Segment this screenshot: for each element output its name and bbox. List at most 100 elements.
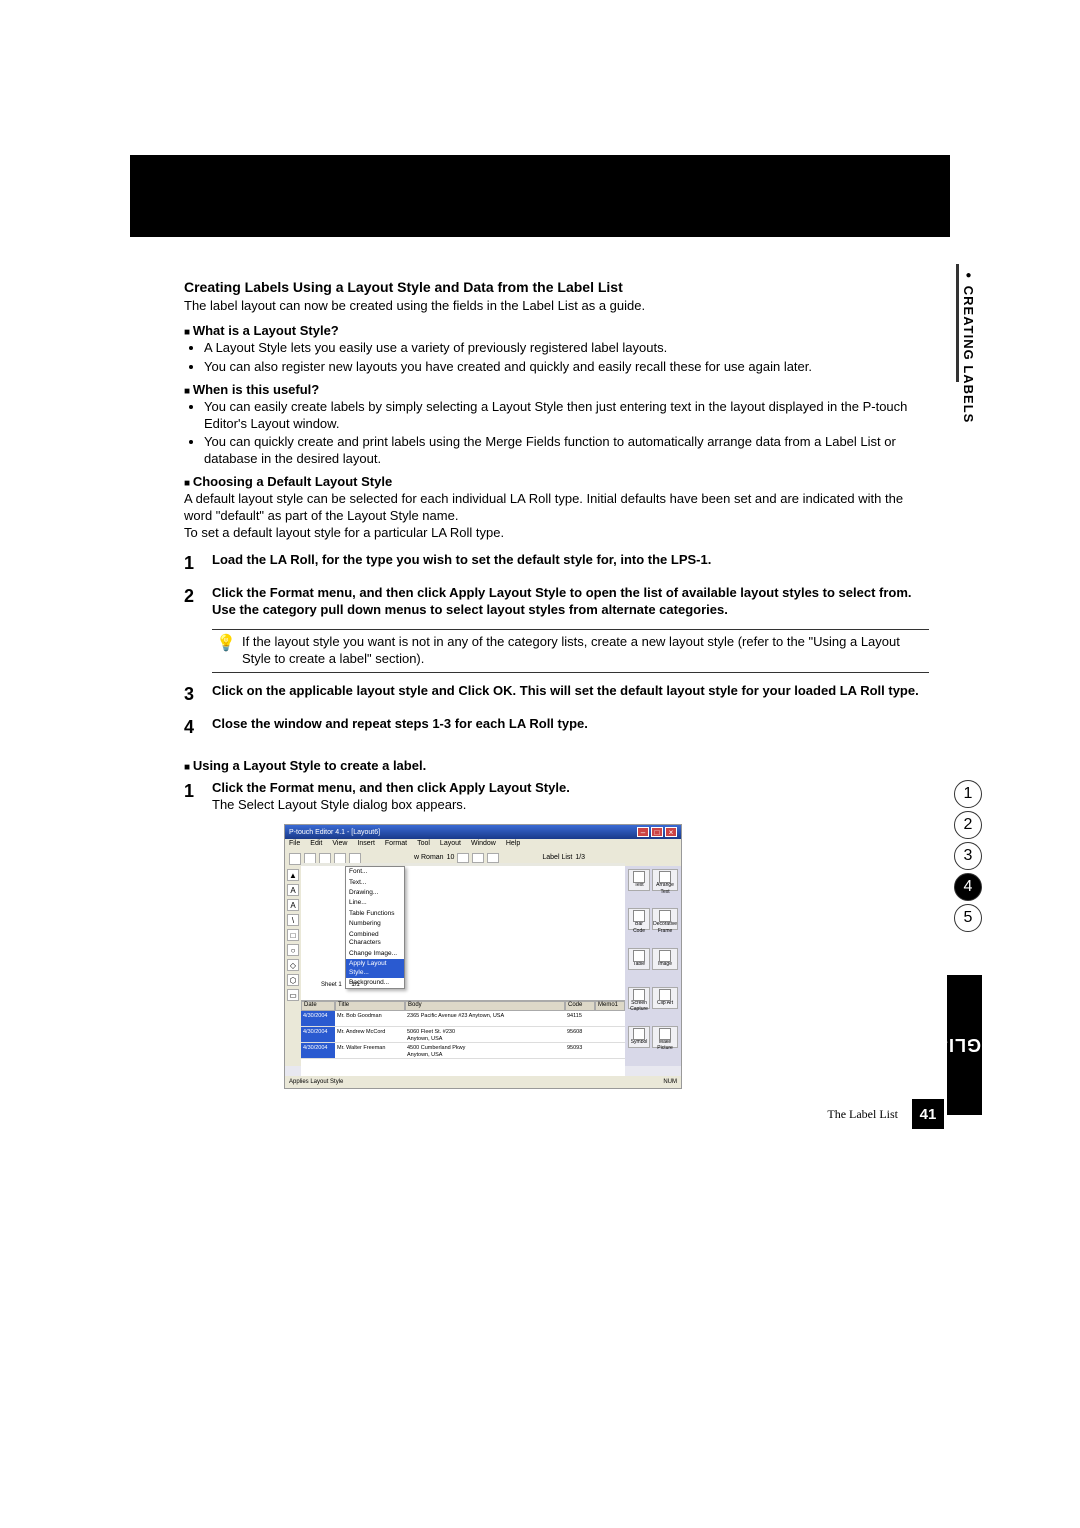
font-size: 10: [447, 853, 455, 862]
dropdown-item: Font...: [346, 867, 404, 877]
menu-item: Format: [385, 839, 407, 851]
sheet-pos: 1/1: [351, 982, 359, 988]
dropdown-item: Table Functions: [346, 909, 404, 919]
step-text: Close the window and repeat steps 1-3 fo…: [212, 716, 929, 739]
steps-list-a: 1Load the LA Roll, for the type you wish…: [184, 552, 929, 740]
td-date: 4/30/2004: [301, 1011, 335, 1026]
sheet-tabs: Sheet 1 1/1: [321, 982, 360, 990]
label-pos: 1/3: [575, 853, 585, 862]
td-body: 5060 Fleet St. #230 Anytown, USA: [405, 1027, 565, 1042]
chapter-tab-4: 4: [954, 873, 982, 901]
th-body: Body: [405, 1001, 565, 1011]
td-body: 4500 Cumberland Pkwy Anytown, USA: [405, 1043, 565, 1058]
palette-frame: Decorative Frame: [652, 908, 678, 930]
note-block: 💡 If the layout style you want is not in…: [212, 629, 929, 673]
tool-icon: \: [287, 914, 299, 926]
palette-arrange: Arrange Text: [652, 869, 678, 891]
italic-button: [472, 853, 484, 863]
using-heading: Using a Layout Style to create a label.: [184, 758, 929, 775]
palette-makepic: Make Picture: [652, 1026, 678, 1048]
page-number: 41: [912, 1099, 944, 1129]
status-caps: NUM: [663, 1076, 677, 1088]
step-title: Click the Format menu, and then click Ap…: [212, 780, 929, 797]
menu-item: Insert: [357, 839, 375, 851]
th-memo: Memo1: [595, 1001, 625, 1011]
status-bar: Applies Layout Style NUM: [285, 1076, 681, 1088]
choosing-heading: Choosing a Default Layout Style: [184, 474, 929, 491]
tool-icon: A: [287, 899, 299, 911]
td-date: 4/30/2004: [301, 1027, 335, 1042]
table-head: Date Title Body Code Memo1: [301, 1001, 625, 1011]
table-row: 4/30/2004 Mr. Bob Goodman 2365 Pacific A…: [301, 1011, 625, 1027]
data-table: Date Title Body Code Memo1 4/30/2004 Mr.…: [301, 1000, 625, 1076]
tool-icon: ▭: [287, 989, 299, 1001]
choosing-body: A default layout style can be selected f…: [184, 491, 929, 542]
lightbulb-icon: 💡: [216, 634, 236, 655]
close-icon: ×: [665, 827, 677, 837]
table-row: 4/30/2004 Mr. Andrew McCord 5060 Fleet S…: [301, 1027, 625, 1043]
palette-clipart: Clip Art: [652, 987, 678, 1009]
td-title: Mr. Walter Freeman: [335, 1043, 405, 1058]
left-toolbox: ▲ A A \ □ ○ ◇ ⬡ ▭: [285, 866, 301, 1066]
label-list-label: Label List: [542, 853, 572, 862]
step-text: Load the LA Roll, for the type you wish …: [212, 552, 929, 575]
menu-item: Tool: [417, 839, 430, 851]
header-black-band: [130, 155, 950, 237]
window-title: P-touch Editor 4.1 - [Layout6]: [289, 828, 380, 837]
step-text: Click the Format menu, and then click Ap…: [212, 585, 929, 619]
step-subtext: The Select Layout Style dialog box appea…: [212, 797, 929, 814]
step-number: 1: [184, 552, 212, 575]
td-memo: [595, 1011, 625, 1026]
chapter-number-column: 1 2 3 4 5: [954, 780, 984, 935]
td-code: 94115: [565, 1011, 595, 1026]
td-title: Mr. Andrew McCord: [335, 1027, 405, 1042]
section-subtext: The label layout can now be created usin…: [184, 298, 929, 315]
td-code: 95608: [565, 1027, 595, 1042]
align-button: [487, 853, 499, 863]
what-is-heading: What is a Layout Style?: [184, 323, 929, 340]
right-palette: Text Arrange Text Bar Code Decorative Fr…: [625, 866, 681, 1066]
window-titlebar: P-touch Editor 4.1 - [Layout6] – □ ×: [285, 825, 681, 839]
list-item: You can also register new layouts you ha…: [204, 359, 929, 376]
font-box: w Roman: [414, 853, 444, 862]
step-number: 3: [184, 683, 212, 706]
bold-button: [457, 853, 469, 863]
palette-text: Text: [628, 869, 650, 891]
minimize-icon: –: [637, 827, 649, 837]
step-text: Click on the applicable layout style and…: [212, 683, 929, 706]
step-number: 4: [184, 716, 212, 739]
what-is-bullets: A Layout Style lets you easily use a var…: [184, 340, 929, 376]
chapter-tab-5: 5: [954, 904, 982, 932]
tool-icon: ▲: [287, 869, 299, 881]
th-title: Title: [335, 1001, 405, 1011]
sidebar-rule: [956, 264, 959, 382]
toolbar-button: [289, 853, 301, 865]
sidebar-section-label: ● CREATING LABELS: [961, 270, 976, 423]
window-buttons: – □ ×: [637, 827, 677, 837]
menu-item: Help: [506, 839, 520, 851]
td-title: Mr. Bob Goodman: [335, 1011, 405, 1026]
format-dropdown: Font... Text... Drawing... Line... Table…: [345, 866, 405, 989]
section-vertical-text: CREATING LABELS: [961, 286, 976, 424]
palette-table: Table: [628, 948, 650, 970]
menu-item: File: [289, 839, 300, 851]
chapter-tab-2: 2: [954, 811, 982, 839]
step-number: 1: [184, 780, 212, 814]
menu-item: View: [332, 839, 347, 851]
when-useful-bullets: You can easily create labels by simply s…: [184, 399, 929, 469]
menu-bar: File Edit View Insert Format Tool Layout…: [285, 839, 681, 851]
th-code: Code: [565, 1001, 595, 1011]
sheet-name: Sheet 1: [321, 982, 342, 988]
td-memo: [595, 1043, 625, 1058]
table-row: 4/30/2004 Mr. Walter Freeman 4500 Cumber…: [301, 1043, 625, 1059]
bullet-icon: ●: [963, 270, 974, 286]
language-tab: ENGLISH: [947, 975, 982, 1115]
chapter-tab-3: 3: [954, 842, 982, 870]
dropdown-item: Text...: [346, 878, 404, 888]
td-code: 95093: [565, 1043, 595, 1058]
status-text: Applies Layout Style: [289, 1076, 343, 1088]
palette-symbol: Symbol: [628, 1026, 650, 1048]
page-content: Creating Labels Using a Layout Style and…: [184, 278, 929, 1089]
dropdown-item-selected: Apply Layout Style...: [346, 959, 404, 978]
menu-item: Window: [471, 839, 496, 851]
